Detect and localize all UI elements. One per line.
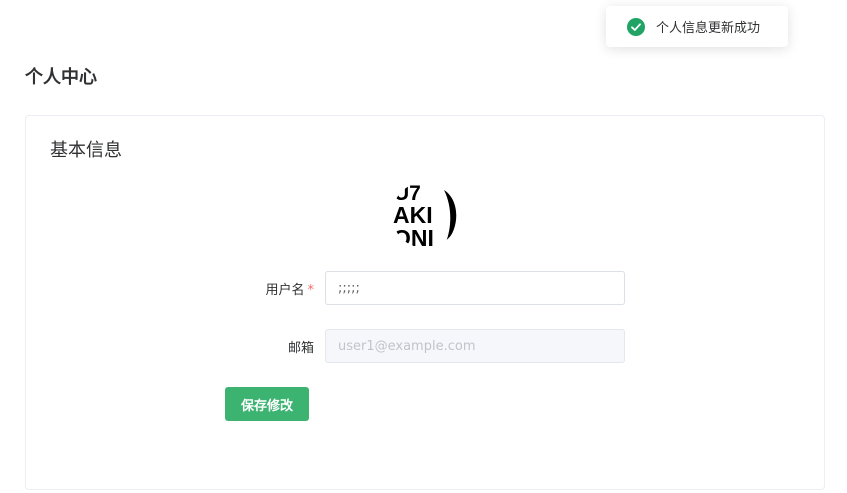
profile-page: 个人中心 基本信息 U7 AKI ONI 用户名* 邮 (0, 0, 847, 493)
card-title: 基本信息 (50, 140, 122, 161)
required-mark: * (307, 283, 315, 298)
username-label: 用户名 * (265, 279, 314, 298)
username-input[interactable] (325, 271, 625, 305)
avatar[interactable]: U7 AKI ONI (392, 182, 462, 248)
toast-message: 个人信息更新成功 (656, 21, 761, 36)
avatar-logo: U7 AKI ONI (393, 182, 457, 248)
username-label-text: 用户名 (265, 283, 305, 298)
save-changes-button[interactable]: 保存修改 (225, 387, 309, 421)
username-row: 用户名 * (26, 271, 826, 305)
email-label: 邮箱 (287, 341, 314, 356)
basic-info-card: 基本信息 U7 AKI ONI 用户名* 邮箱 (25, 115, 825, 490)
svg-text:ONI: ONI (393, 225, 434, 248)
email-input[interactable] (325, 329, 625, 363)
success-toast: 个人信息更新成功 (606, 6, 788, 47)
email-row: 邮箱 (26, 329, 826, 363)
page-title: 个人中心 (25, 67, 97, 88)
check-circle-icon (627, 17, 645, 36)
